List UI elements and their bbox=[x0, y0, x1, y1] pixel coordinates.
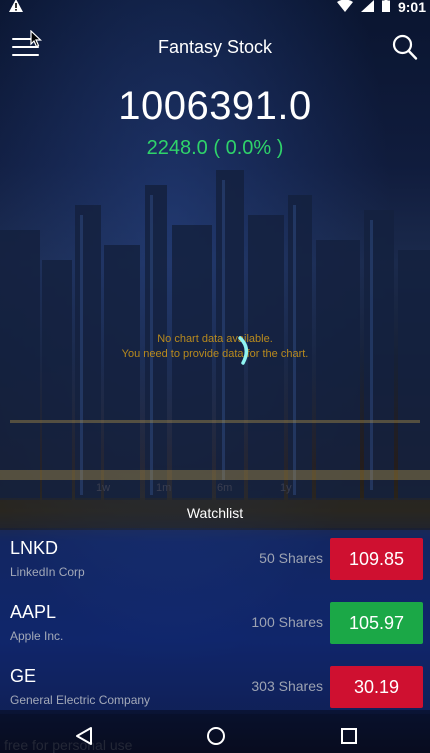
range-label[interactable]: 1y bbox=[280, 482, 292, 494]
search-icon[interactable] bbox=[392, 34, 418, 62]
battery-icon bbox=[381, 0, 390, 15]
stock-symbol: AAPL bbox=[10, 602, 57, 622]
android-nav-bar bbox=[0, 714, 430, 752]
chart-empty-message: No chart data available. You need to pro… bbox=[0, 332, 430, 362]
signal-icon bbox=[360, 0, 374, 15]
stock-symbol: GE bbox=[10, 666, 37, 686]
watchlist-header: Watchlist bbox=[0, 498, 430, 528]
company-name: LinkedIn Corp bbox=[10, 565, 85, 579]
share-count: 303 Shares bbox=[251, 678, 323, 694]
price-button[interactable]: 105.97 bbox=[330, 602, 423, 644]
chart-empty-line-1: No chart data available. bbox=[157, 333, 273, 345]
portfolio-value: 1006391.0 bbox=[118, 84, 312, 128]
back-triangle-icon[interactable] bbox=[75, 726, 93, 751]
share-count: 50 Shares bbox=[259, 550, 323, 566]
app-bar: Fantasy Stock bbox=[0, 26, 430, 72]
price-button[interactable]: 109.85 bbox=[330, 538, 423, 580]
home-circle-icon[interactable] bbox=[206, 726, 226, 751]
app-title: Fantasy Stock bbox=[157, 37, 273, 57]
stock-symbol: LNKD bbox=[10, 538, 59, 558]
watchlist-row-ge[interactable]: GE General Electric Company 303 Shares 3… bbox=[0, 656, 430, 720]
price-button[interactable]: 30.19 bbox=[330, 666, 423, 708]
share-count: 100 Shares bbox=[251, 614, 323, 630]
range-label[interactable]: 1w bbox=[96, 482, 110, 494]
portfolio-change: 2248.0 ( 0.0% ) bbox=[146, 137, 284, 159]
mouse-cursor-icon bbox=[30, 30, 42, 48]
status-time: 9:01 bbox=[397, 0, 426, 15]
warning-icon bbox=[9, 0, 23, 15]
status-bar: 9:01 bbox=[0, 0, 430, 14]
range-label[interactable]: 6m bbox=[217, 482, 232, 494]
recents-square-icon[interactable] bbox=[340, 727, 358, 750]
watchlist-row-lnkd[interactable]: LNKD LinkedIn Corp 50 Shares 109.85 bbox=[0, 528, 430, 592]
loading-spinner-icon bbox=[238, 336, 249, 365]
wifi-icon bbox=[336, 0, 353, 15]
company-name: Apple Inc. bbox=[10, 629, 64, 643]
chart-empty-line-2: You need to provide data for the chart. bbox=[121, 348, 309, 360]
watchlist-row-aapl[interactable]: AAPL Apple Inc. 100 Shares 105.97 bbox=[0, 592, 430, 656]
company-name: General Electric Company bbox=[10, 693, 151, 707]
range-label[interactable]: 1m bbox=[156, 482, 171, 494]
